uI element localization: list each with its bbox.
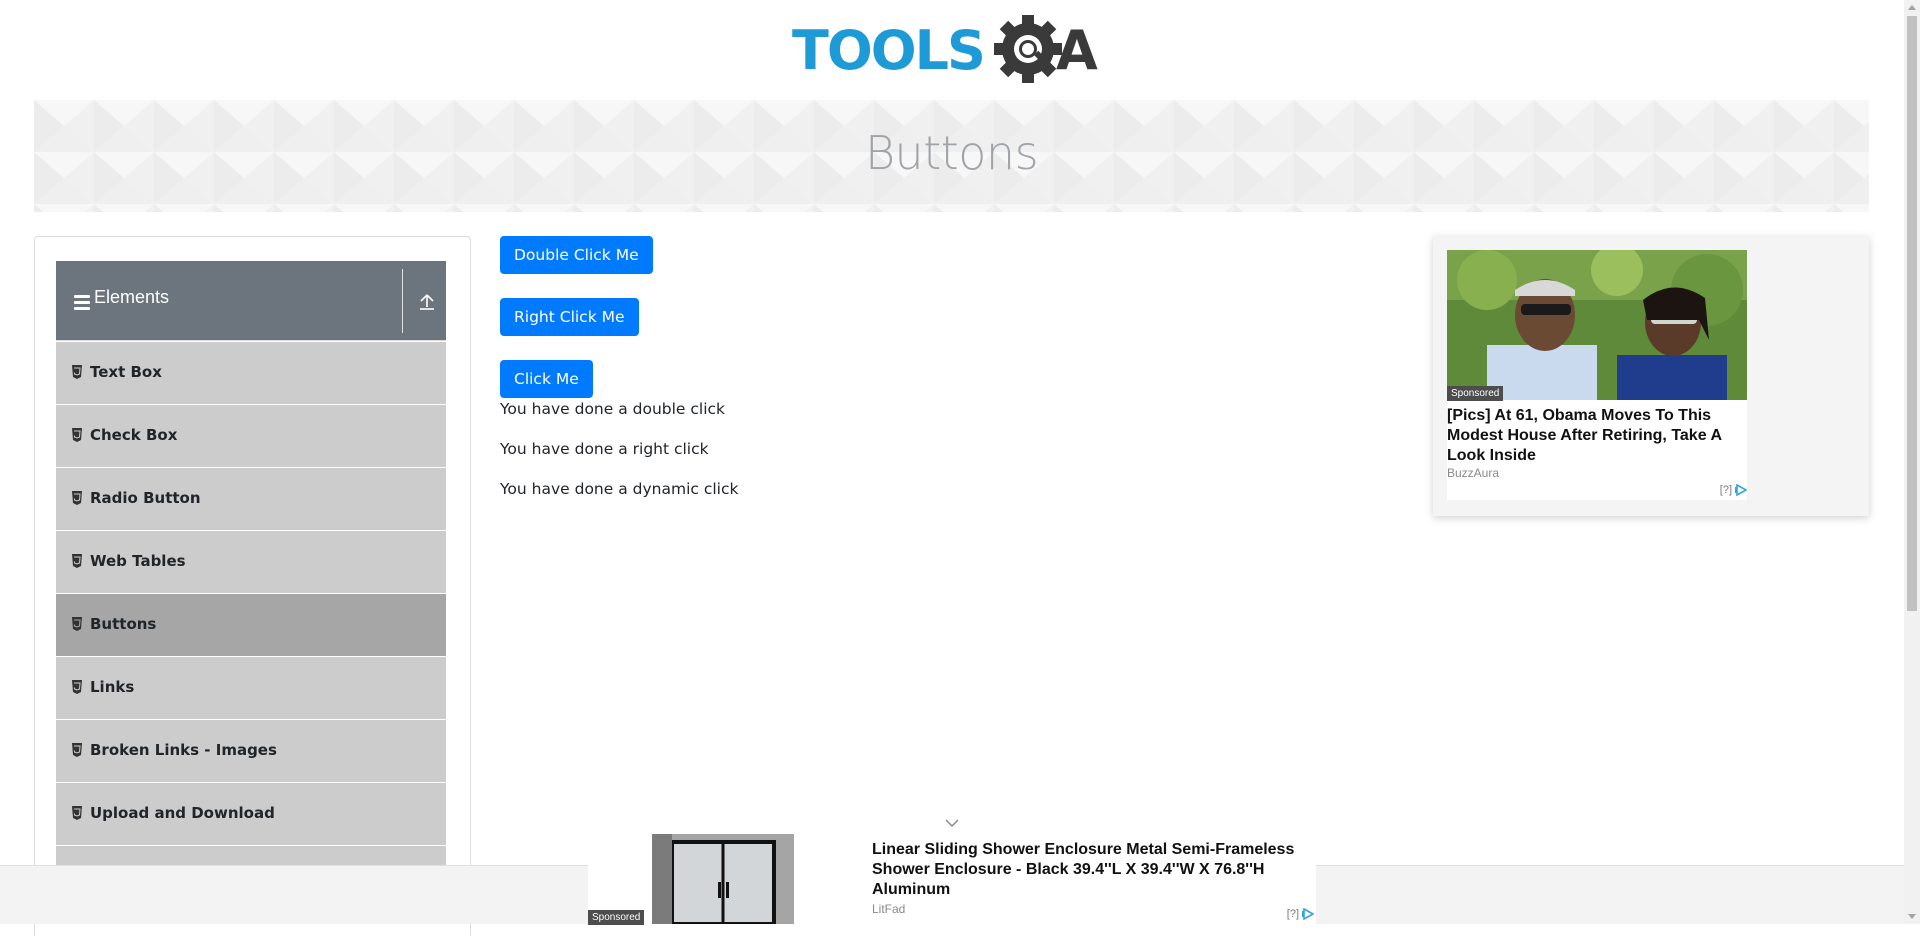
ad-card[interactable]: Sponsored [Pics] At 61, Obama Moves To T… [1447,250,1747,500]
sidebar-item-label: Check Box [90,426,178,444]
page-scrollbar[interactable] [1904,0,1920,924]
html5-shield-icon [72,680,82,694]
bottom-ad[interactable]: Sponsored Linear Sliding Shower Enclosur… [588,814,1316,925]
collapse-up-icon[interactable] [418,291,436,311]
html5-shield-icon [72,554,82,568]
sidebar-group-title: Elements [94,287,170,307]
sidebar-menu: Text Box Check Box Radio Button Web Tabl… [56,342,446,909]
right-click-button[interactable]: Right Click Me [500,298,639,336]
sidebar-item-label: Radio Button [90,489,201,507]
html5-shield-icon [72,617,82,631]
sidebar-item-text-box[interactable]: Text Box [56,342,446,405]
toolsqa-logo[interactable]: TOOLS A [792,15,1114,91]
sidebar-item-label: Text Box [90,363,162,381]
scrollbar-thumb[interactable] [1907,16,1917,611]
sidebar-item-label: Links [90,678,135,696]
click-me-button[interactable]: Click Me [500,360,593,398]
ad-source[interactable]: LitFad [872,902,905,916]
ad-photo[interactable] [1447,250,1747,400]
ad-headline[interactable]: [Pics] At 61, Obama Moves To This Modest… [1447,406,1739,466]
adchoices-icon [1302,908,1314,920]
logo-text-a: A [1056,19,1098,82]
adchoices-button[interactable]: [?] [1287,908,1314,920]
html5-shield-icon [72,806,82,820]
sponsored-tag: Sponsored [588,910,645,925]
hamburger-icon [74,295,90,310]
html5-shield-icon [72,491,82,505]
adchoices-icon [1735,484,1747,496]
html5-shield-icon [72,428,82,442]
sidebar-item-buttons[interactable]: Buttons [56,594,446,657]
scroll-down-arrow-icon[interactable] [1908,914,1916,919]
chevron-down-icon[interactable] [944,818,960,828]
double-click-message: You have done a double click [500,400,726,418]
dynamic-click-message: You have done a dynamic click [500,480,739,498]
sidebar-item-label: Upload and Download [90,804,275,822]
sidebar-group-header-elements[interactable]: Elements [56,261,446,341]
sidebar-item-check-box[interactable]: Check Box [56,405,446,468]
gear-icon [994,15,1062,83]
ad-photo[interactable] [652,834,794,924]
ad-headline[interactable]: Linear Sliding Shower Enclosure Metal Se… [872,840,1302,900]
adchoices-label: [?] [1286,908,1299,920]
double-click-button[interactable]: Double Click Me [500,236,653,274]
header-divider [402,269,403,333]
sidebar-panel: Elements Text Box Check Box Radio Button… [34,236,471,936]
page-banner: Buttons [34,100,1869,212]
sidebar-item-links[interactable]: Links [56,657,446,720]
html5-shield-icon [72,743,82,757]
right-click-message: You have done a right click [500,440,709,458]
sidebar-ad[interactable]: Sponsored [Pics] At 61, Obama Moves To T… [1433,236,1869,516]
html5-shield-icon [72,365,82,379]
adchoices-button[interactable]: [?] [1720,484,1747,496]
adchoices-label: [?] [1719,484,1732,496]
sidebar-item-label: Buttons [90,615,157,633]
scroll-up-arrow-icon[interactable] [1908,5,1916,10]
sidebar-item-radio-button[interactable]: Radio Button [56,468,446,531]
sidebar-item-broken-links-images[interactable]: Broken Links - Images [56,720,446,783]
sponsored-tag: Sponsored [1447,386,1504,401]
page-title: Buttons [864,126,1039,180]
sidebar-item-web-tables[interactable]: Web Tables [56,531,446,594]
sidebar-item-label: Broken Links - Images [90,741,277,759]
sidebar-item-upload-and-download[interactable]: Upload and Download [56,783,446,846]
sidebar-item-label: Web Tables [90,552,186,570]
ad-source[interactable]: BuzzAura [1447,466,1499,480]
logo-text-tools: TOOLS [792,19,984,82]
